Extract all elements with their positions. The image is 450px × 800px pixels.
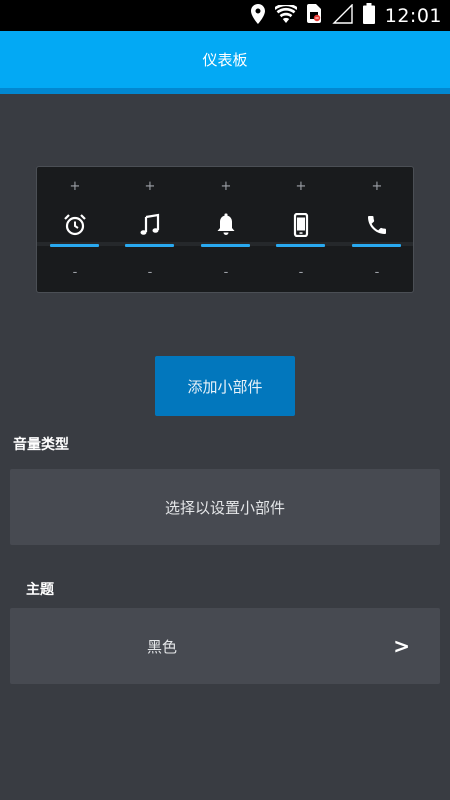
page-title: 仪表板: [202, 51, 248, 69]
volume-up-button[interactable]: +: [37, 179, 113, 194]
volume-level-bar[interactable]: [276, 244, 325, 247]
volume-type-label: 音量类型: [13, 437, 69, 453]
status-time: 12:01: [384, 4, 442, 27]
volume-type-selector[interactable]: 选择以设置小部件: [10, 469, 440, 545]
volume-down-button[interactable]: -: [37, 265, 113, 280]
widget-item-call: + -: [339, 167, 415, 292]
volume-up-button[interactable]: +: [339, 179, 415, 194]
volume-down-button[interactable]: -: [263, 265, 339, 280]
music-note-icon: [138, 213, 162, 237]
widget-preview: + - + - + - + - + -: [36, 166, 414, 293]
sim-icon: [306, 4, 321, 27]
theme-value: 黑色: [147, 637, 178, 656]
status-bar: 12:01: [0, 0, 450, 31]
volume-down-button[interactable]: -: [112, 265, 188, 280]
app-bar-divider: [0, 88, 450, 94]
volume-down-button[interactable]: -: [339, 265, 415, 280]
battery-icon: [362, 3, 375, 28]
volume-up-button[interactable]: +: [188, 179, 264, 194]
widget-item-ringer: + -: [263, 167, 339, 292]
app-bar: 仪表板: [0, 31, 450, 88]
widget-item-alarm: + -: [37, 167, 113, 292]
theme-label: 主题: [26, 582, 54, 598]
theme-selector[interactable]: 黑色 >: [10, 608, 440, 684]
volume-level-bar[interactable]: [125, 244, 174, 247]
phone-call-icon: [365, 213, 389, 237]
signal-icon: [331, 2, 353, 28]
volume-type-selector-text: 选择以设置小部件: [164, 498, 285, 517]
volume-up-button[interactable]: +: [112, 179, 188, 194]
bell-icon: [214, 213, 238, 237]
volume-level-bar[interactable]: [352, 244, 401, 247]
status-icons: 12:01: [250, 0, 450, 31]
volume-level-bar[interactable]: [201, 244, 250, 247]
widget-item-music: + -: [112, 167, 188, 292]
widget-item-notification: + -: [188, 167, 264, 292]
volume-down-button[interactable]: -: [188, 265, 264, 280]
phone-device-icon: [289, 212, 313, 238]
volume-level-bar[interactable]: [50, 244, 99, 247]
volume-up-button[interactable]: +: [263, 179, 339, 194]
wifi-icon: [273, 2, 298, 27]
alarm-icon: [63, 213, 87, 237]
add-widget-button[interactable]: 添加小部件: [155, 356, 295, 416]
location-icon: [250, 3, 265, 28]
chevron-right-icon: >: [393, 634, 410, 658]
